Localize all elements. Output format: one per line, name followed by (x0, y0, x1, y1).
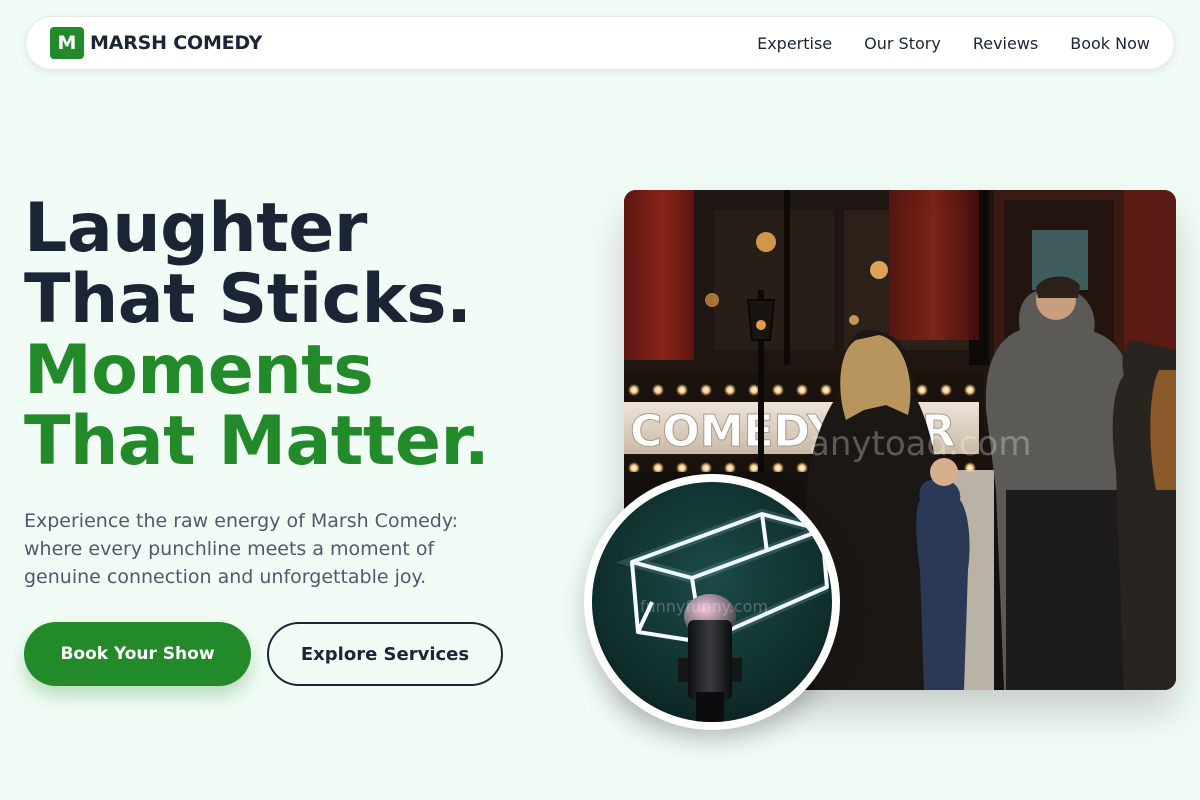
nav-link-book-now[interactable]: Book Now (1070, 34, 1150, 53)
book-your-show-button[interactable]: Book Your Show (24, 622, 251, 686)
explore-services-button[interactable]: Explore Services (267, 622, 503, 686)
nav-link-reviews[interactable]: Reviews (973, 34, 1038, 53)
headline-line-1: Laughter (24, 189, 367, 268)
nav-link-our-story[interactable]: Our Story (864, 34, 941, 53)
circle-watermark: funnyfunny.com (640, 597, 768, 616)
headline-line-3: Moments (24, 331, 374, 410)
headline-line-2: That Sticks. (24, 260, 472, 339)
brand-mark-icon: M (50, 27, 84, 59)
nav-link-expertise[interactable]: Expertise (757, 34, 832, 53)
microphone-photo: funnyfunny.com (584, 474, 840, 730)
headline-line-4: That Matter. (24, 402, 490, 481)
brand-logo[interactable]: M MARSH COMEDY (50, 27, 262, 59)
main-watermark: anytoad.com (809, 424, 1031, 464)
hero-headline: Laughter That Sticks. Moments That Matte… (24, 189, 490, 481)
hero-lead: Experience the raw energy of Marsh Comed… (24, 510, 459, 588)
brand-name: MARSH COMEDY (90, 32, 263, 54)
top-nav: M MARSH COMEDY Expertise Our Story Revie… (25, 16, 1175, 70)
nav-links: Expertise Our Story Reviews Book Now (757, 34, 1150, 53)
